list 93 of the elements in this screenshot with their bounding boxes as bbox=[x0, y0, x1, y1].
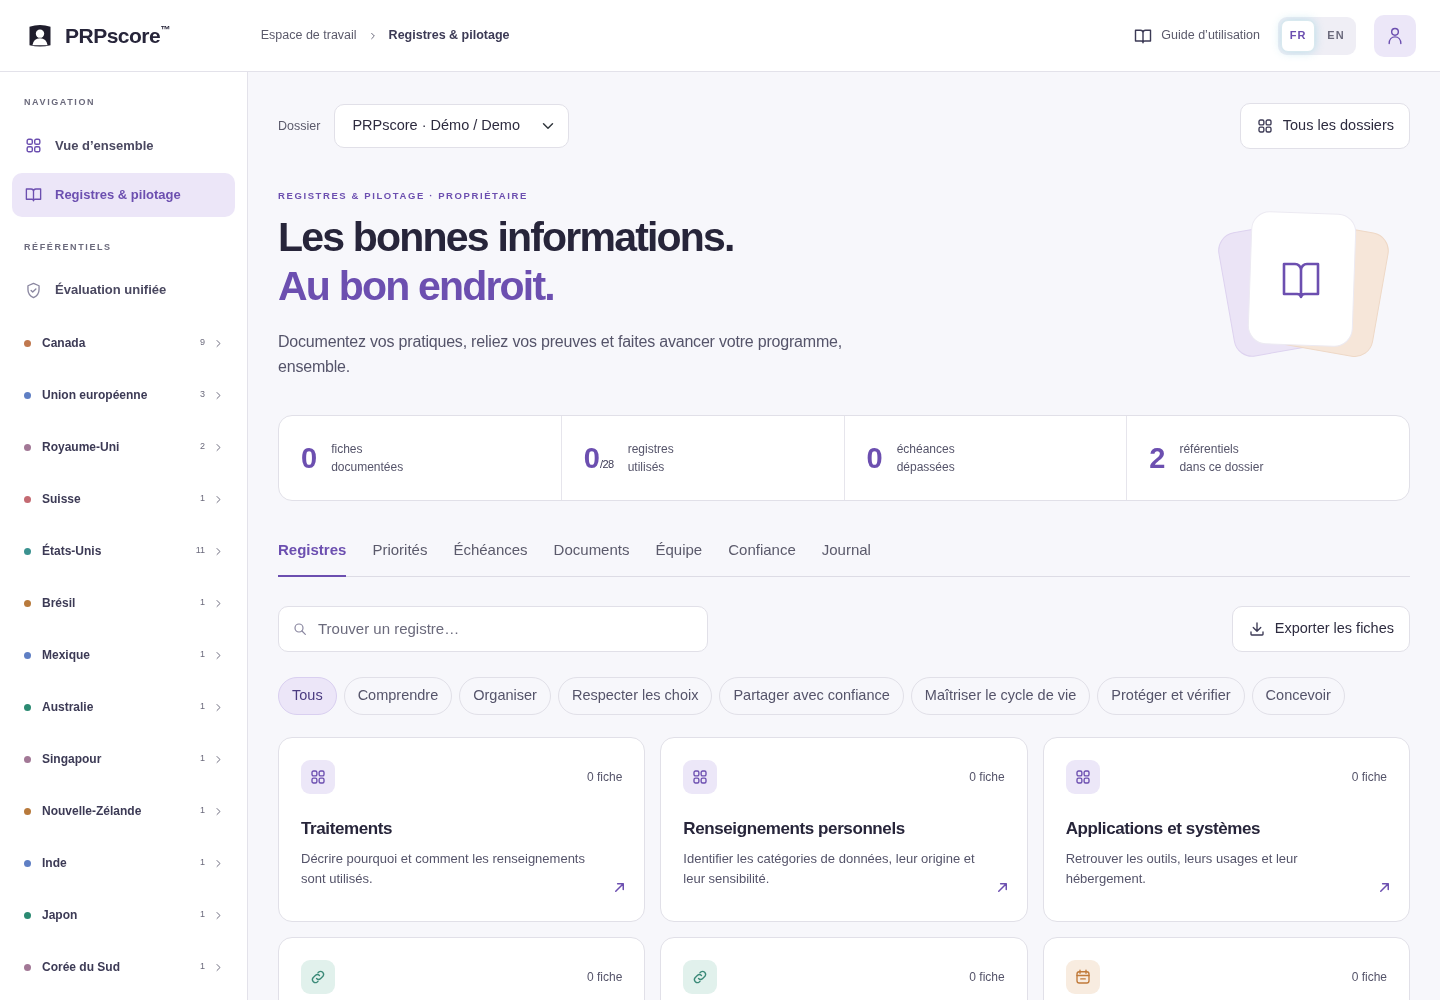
stat-label: référentiels dans ce dossier bbox=[1179, 441, 1264, 477]
sidebar-item[interactable]: Vue d’ensemble bbox=[12, 123, 235, 168]
section-heading: NAVIGATION bbox=[23, 96, 97, 109]
record-count: 0 fiche bbox=[969, 968, 1005, 986]
chevron-right-icon bbox=[214, 650, 223, 660]
tab[interactable]: Équipe bbox=[655, 539, 703, 577]
chevron-right-icon bbox=[214, 910, 223, 920]
grid-icon bbox=[1255, 117, 1274, 135]
grid-icon bbox=[1073, 767, 1092, 786]
hero-accent-title: Au bon endroit. bbox=[278, 262, 554, 312]
hero-title: Les bonnes informations. bbox=[278, 213, 734, 263]
chevron-right-icon bbox=[214, 806, 223, 816]
user-icon bbox=[1385, 25, 1405, 46]
jurisdiction-item[interactable]: Australie 1 bbox=[12, 681, 235, 733]
grid-icon bbox=[691, 767, 710, 786]
breadcrumb-link[interactable]: Registres & pilotage bbox=[388, 26, 510, 45]
jurisdiction-item[interactable]: Royaume-Uni 2 bbox=[12, 421, 235, 473]
chevron-right-icon bbox=[214, 754, 223, 764]
jurisdiction-item[interactable]: Canada 9 bbox=[12, 317, 235, 369]
register-title: Applications et systèmes bbox=[1065, 817, 1262, 840]
section-heading: RÉFÉRENTIELS bbox=[23, 240, 113, 254]
jurisdiction-item[interactable]: Japon 1 bbox=[12, 889, 235, 941]
chevron-right-icon bbox=[214, 598, 223, 608]
jurisdiction-item[interactable]: Union européenne 3 bbox=[12, 369, 235, 421]
folder-select[interactable]: PRPscore · Démo / Demo bbox=[334, 104, 570, 148]
search-icon bbox=[292, 620, 308, 637]
sidebar-item[interactable]: Évaluation unifiée bbox=[12, 268, 235, 312]
language-option[interactable]: FR bbox=[1281, 19, 1315, 52]
guide-link[interactable]: Guide d’utilisation bbox=[1127, 24, 1266, 47]
chevron-right-icon bbox=[214, 442, 223, 452]
register-title: Renseignements personnels bbox=[683, 817, 906, 840]
chevron-right-icon bbox=[214, 962, 223, 972]
record-count: 0 fiche bbox=[1351, 968, 1387, 986]
tab[interactable]: Échéances bbox=[453, 539, 528, 577]
chevron-right-icon bbox=[214, 702, 223, 712]
chevron-right-icon bbox=[214, 494, 223, 504]
chevron-right-icon bbox=[214, 390, 223, 400]
grid-icon bbox=[309, 767, 327, 786]
jurisdiction-item[interactable]: Brésil 1 bbox=[12, 577, 235, 629]
book-icon bbox=[24, 185, 43, 204]
record-count: 0 fiche bbox=[586, 968, 623, 986]
export-button[interactable]: Exporter les fiches bbox=[1231, 605, 1410, 652]
record-count: 0 fiche bbox=[1351, 768, 1387, 786]
all-folders-button[interactable]: Tous les dossiers bbox=[1239, 103, 1410, 149]
language-option[interactable]: EN bbox=[1319, 19, 1353, 52]
jurisdiction-item[interactable]: Singapour 1 bbox=[12, 733, 235, 785]
eyebrow-label: REGISTRES & PILOTAGE · PROPRIÉTAIRE bbox=[278, 189, 529, 203]
jurisdiction-item[interactable]: Inde 1 bbox=[12, 837, 235, 889]
filter-chip[interactable]: Tous bbox=[278, 676, 337, 715]
jurisdiction-item[interactable]: Corée du Sud 1 bbox=[12, 941, 235, 993]
register-description: Décrire pourquoi et comment les renseignements sont utilisés. bbox=[301, 850, 586, 889]
brand-name: PRPscore$^{™}$ bbox=[65, 22, 170, 49]
register-description: Retrouver les outils, leurs usages et leur hébergement. bbox=[1065, 850, 1299, 889]
record-count: 0 fiche bbox=[969, 768, 1005, 786]
download-icon bbox=[1247, 619, 1266, 638]
stat-value: 0 bbox=[301, 440, 318, 476]
register-card[interactable]: 0 fiche Renseignements personnels Identifier les catégories de données, leur origine et leur sensibilité. bbox=[660, 736, 1028, 922]
register-card[interactable]: 0 fiche bbox=[278, 936, 646, 1000]
chevron-right-icon bbox=[214, 546, 223, 556]
register-card[interactable]: 0 fiche Traitements Décrire pourquoi et comment les renseignements sont utilisés. bbox=[278, 736, 646, 922]
register-card[interactable]: 0 fiche bbox=[1042, 936, 1410, 1000]
folder-label: Dossier bbox=[278, 117, 321, 135]
register-title: Traitements bbox=[301, 817, 394, 840]
tab[interactable]: Journal bbox=[821, 539, 871, 577]
calendar-icon bbox=[1073, 967, 1092, 986]
hero-description: Documentez vos pratiques, reliez vos preuves et faites avancer votre programme, ensemble. bbox=[278, 332, 844, 378]
tab[interactable]: Confiance bbox=[728, 539, 796, 577]
tab[interactable]: Priorités bbox=[372, 539, 428, 577]
jurisdiction-item[interactable]: États-Unis 11 bbox=[12, 525, 235, 577]
chevron-right-icon bbox=[214, 338, 223, 348]
chevron-right-icon bbox=[214, 858, 223, 868]
sidebar-item[interactable]: Registres & pilotage bbox=[12, 172, 235, 217]
stat-label: échéances dépassées bbox=[896, 441, 955, 477]
stat-value: 0/28 bbox=[583, 440, 614, 476]
chevron-right-icon bbox=[368, 31, 377, 40]
jurisdiction-item[interactable]: Suisse 1 bbox=[12, 473, 235, 525]
tab[interactable]: Registres bbox=[278, 539, 347, 577]
stat-label: registres utilisés bbox=[627, 441, 674, 477]
search-field[interactable]: Trouver un registre… bbox=[278, 605, 708, 652]
register-card[interactable]: 0 fiche bbox=[660, 936, 1028, 1000]
shield-check-icon bbox=[24, 280, 43, 300]
grid-icon bbox=[24, 136, 43, 155]
register-card[interactable]: 0 fiche Applications et systèmes Retrouver les outils, leurs usages et leur hébergement. bbox=[1042, 736, 1410, 922]
jurisdiction-item[interactable]: Mexique 1 bbox=[12, 629, 235, 681]
stat-value: 2 bbox=[1149, 440, 1166, 476]
register-description: Identifier les catégories de données, leur origine et leur sensibilité. bbox=[683, 850, 976, 889]
stat-value: 0 bbox=[866, 440, 883, 476]
user-button[interactable] bbox=[1374, 14, 1416, 57]
record-count: 0 fiche bbox=[586, 768, 623, 786]
stat-label: fiches documentées bbox=[331, 441, 404, 477]
breadcrumb-link[interactable]: Espace de travail bbox=[260, 26, 357, 45]
tab[interactable]: Documents bbox=[553, 539, 630, 577]
jurisdiction-item[interactable]: Nouvelle-Zélande 1 bbox=[12, 785, 235, 837]
